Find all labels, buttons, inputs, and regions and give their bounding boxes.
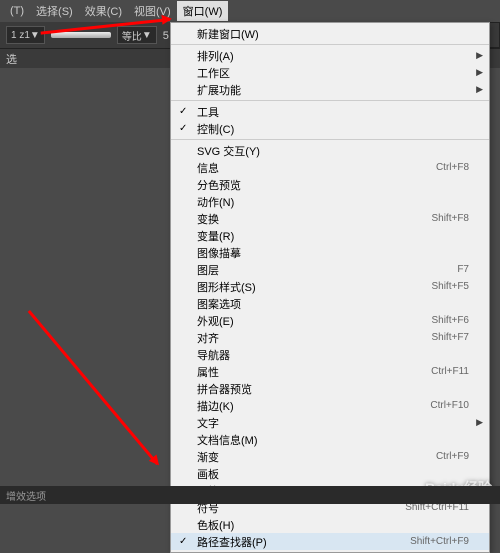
menu-item[interactable]: ✓ 控制(C) (171, 120, 489, 137)
menu-item[interactable]: 渐变Ctrl+F9 (171, 448, 489, 465)
menu-item-shortcut: Shift+F7 (431, 332, 469, 343)
menu-item-shortcut: Shift+F5 (431, 281, 469, 292)
menu-item[interactable]: 文字 ▶ (171, 414, 489, 431)
menu-item-window[interactable]: 窗口(W) (177, 1, 229, 21)
menu-item-select[interactable]: 选择(S) (30, 1, 79, 21)
chevron-down-icon: ▼ (142, 30, 152, 41)
tab-label[interactable]: 选 (6, 51, 17, 67)
menu-item-label: 图像描摹 (197, 245, 469, 261)
menu-item[interactable]: 图案选项 (171, 295, 489, 312)
menu-item[interactable]: 信息Ctrl+F8 (171, 159, 489, 176)
menu-item[interactable]: 工作区 ▶ (171, 64, 489, 81)
menu-item[interactable]: 图层F7 (171, 261, 489, 278)
menu-item-label: 外观(E) (197, 313, 431, 329)
menu-item[interactable]: SVG 交互(Y) (171, 142, 489, 159)
menu-item-effect[interactable]: 效果(C) (79, 1, 128, 21)
menu-item-shortcut: Ctrl+F11 (431, 366, 469, 377)
menu-item[interactable]: ✓ 路径查找器(P)Shift+Ctrl+F9 (171, 533, 489, 550)
menu-item-shortcut: Shift+F8 (431, 213, 469, 224)
menubar: (T) 选择(S) 效果(C) 视图(V) 窗口(W) (0, 0, 500, 22)
menu-item-label: 对齐 (197, 330, 431, 346)
menu-item[interactable]: 扩展功能 ▶ (171, 81, 489, 98)
menu-item-label: 变换 (197, 211, 431, 227)
menu-item-label: 描边(K) (197, 398, 430, 414)
menu-item[interactable]: 图像描摹 (171, 244, 489, 261)
menu-item-shortcut: Shift+Ctrl+F9 (410, 536, 469, 547)
menu-item-shortcut: Shift+F6 (431, 315, 469, 326)
menu-item-label: 新建窗口(W) (197, 26, 469, 42)
menu-item-label: 扩展功能 (197, 82, 469, 98)
menu-item-label: 工作区 (197, 65, 469, 81)
menu-item-shortcut: Ctrl+F10 (430, 400, 469, 411)
menu-item-t[interactable]: (T) (4, 3, 30, 19)
menu-item[interactable]: 对齐Shift+F7 (171, 329, 489, 346)
menu-item[interactable]: 导航器 (171, 346, 489, 363)
status-label: 增效选项 (6, 488, 46, 503)
menu-item-label: 文档信息(M) (197, 432, 469, 448)
submenu-arrow-icon: ▶ (476, 84, 483, 95)
check-icon: ✓ (179, 123, 187, 134)
menu-item[interactable]: 变量(R) (171, 227, 489, 244)
menu-item-label: 分色预览 (197, 177, 469, 193)
menu-item[interactable]: 属性Ctrl+F11 (171, 363, 489, 380)
menu-item[interactable]: 分色预览 (171, 176, 489, 193)
menu-item-label: 图案选项 (197, 296, 469, 312)
menu-item-label: 图层 (197, 262, 457, 278)
menu-item[interactable]: ✓ 工具 (171, 103, 489, 120)
menu-item-label: SVG 交互(Y) (197, 143, 469, 159)
menu-item-label: 属性 (197, 364, 431, 380)
menu-item[interactable]: 色板(H) (171, 516, 489, 533)
menu-item[interactable]: 拼合器预览 (171, 380, 489, 397)
menu-item-label: 信息 (197, 160, 436, 176)
chevron-down-icon: ▼ (30, 30, 40, 41)
menu-item-label: 渐变 (197, 449, 436, 465)
menu-item-label: 导航器 (197, 347, 469, 363)
submenu-arrow-icon: ▶ (476, 417, 483, 428)
menu-item-label: 色板(H) (197, 517, 469, 533)
menu-item-shortcut: Ctrl+F9 (436, 451, 469, 462)
menu-item[interactable]: 变换Shift+F8 (171, 210, 489, 227)
menu-item[interactable]: 外观(E)Shift+F6 (171, 312, 489, 329)
menu-item[interactable]: 文档信息(M) (171, 431, 489, 448)
submenu-arrow-icon: ▶ (476, 67, 483, 78)
menu-item[interactable]: 动作(N) (171, 193, 489, 210)
menu-item-label: 路径查找器(P) (197, 534, 410, 550)
menu-item[interactable]: 新建窗口(W) (171, 25, 489, 42)
statusbar: 增效选项 (0, 486, 500, 504)
zoom-combo[interactable]: 1 z1 ▼ (6, 26, 45, 44)
menu-item[interactable]: 排列(A) ▶ (171, 47, 489, 64)
menu-item[interactable]: 描边(K)Ctrl+F10 (171, 397, 489, 414)
annotation-arrow-2 (28, 310, 159, 465)
menu-item-label: 文字 (197, 415, 469, 431)
menu-item-shortcut: Ctrl+F8 (436, 162, 469, 173)
submenu-arrow-icon: ▶ (476, 50, 483, 61)
menu-item-label: 控制(C) (197, 121, 469, 137)
menu-item[interactable]: 图形样式(S)Shift+F5 (171, 278, 489, 295)
menu-item-label: 工具 (197, 104, 469, 120)
menu-item-shortcut: F7 (457, 264, 469, 275)
menu-item-label: 变量(R) (197, 228, 469, 244)
check-icon: ✓ (179, 536, 187, 547)
menu-item-label: 图形样式(S) (197, 279, 431, 295)
check-icon: ✓ (179, 106, 187, 117)
menu-item-label: 排列(A) (197, 48, 469, 64)
ratio-combo[interactable]: 等比 ▼ (117, 26, 157, 44)
menu-item-label: 动作(N) (197, 194, 469, 210)
window-menu-dropdown: 新建窗口(W) 排列(A) ▶ 工作区 ▶ 扩展功能 ▶ ✓ 工具 ✓ 控制(C) SVG 交互(Y)… (170, 22, 490, 553)
stroke-slider[interactable] (51, 32, 111, 38)
menu-item-label: 拼合器预览 (197, 381, 469, 397)
